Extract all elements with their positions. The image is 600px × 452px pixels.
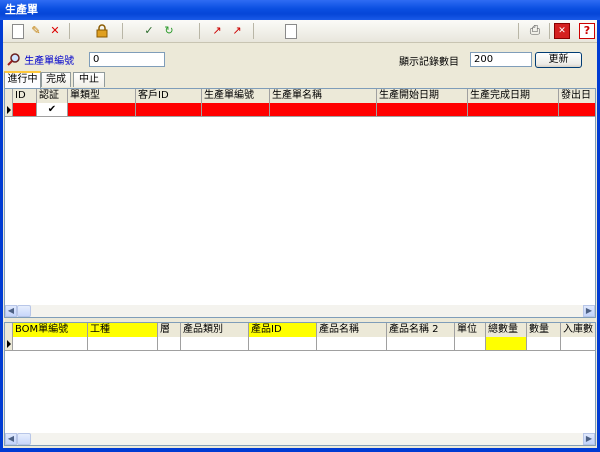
cell-approved-check[interactable]: ✔ [37,103,68,116]
lock-icon[interactable] [94,23,110,39]
cell-order-no[interactable] [202,103,270,116]
edit-pencil-icon[interactable]: ✎ [28,23,44,39]
col-header-level[interactable]: 層 [158,323,181,337]
window-title: 生產單 [5,3,38,16]
col-header-start-date[interactable]: 生產開始日期 [377,89,468,103]
bom-grid-hscrollbar[interactable]: ◀ ▶ [5,433,595,445]
col-header-product-category[interactable]: 產品類別 [181,323,249,337]
order-no-label: 生產單編號 [24,56,75,67]
recycle-icon[interactable]: ↻ [161,23,177,39]
help-icon[interactable]: ? [579,23,595,39]
cell-order-name[interactable] [270,103,377,116]
export2-icon[interactable]: ↗ [229,23,245,39]
col-header-order-no[interactable]: 生產單編號 [202,89,270,103]
scroll-right-icon[interactable]: ▶ [583,305,595,317]
col-header-issue-date[interactable]: 發出日 [559,89,595,103]
client-area: ✎ ✕ ✓ ↻ ↗ ↗ ⎙ ✕ ? 生產單編號 0 顯示記錄數目 200 更新 … [3,20,597,448]
toolbar-separator [69,23,70,39]
export-icon[interactable]: ↗ [209,23,225,39]
cell-product-name[interactable] [317,337,387,350]
col-header-product-id[interactable]: 產品ID [249,323,317,337]
col-header-total-qty[interactable]: 總數量 [486,323,527,337]
table-row[interactable]: ✔ [5,103,595,117]
row-indicator [5,337,13,350]
scroll-left-icon[interactable]: ◀ [5,433,17,445]
col-header-bom-no[interactable]: BOM單編號 [13,323,88,337]
app-window: 生產單 ✎ ✕ ✓ ↻ ↗ ↗ ⎙ ✕ ? 生產單編號 0 顯示記錄數目 200… [0,0,600,452]
row-indicator [5,103,13,116]
cell-product-id[interactable] [249,337,317,350]
print-icon[interactable]: ⎙ [527,23,543,39]
cell-id[interactable] [13,103,37,116]
tab-completed[interactable]: 完成 [41,72,71,87]
col-header-customer-id[interactable]: 客戶ID [136,89,202,103]
col-header-product-name[interactable]: 產品名稱 [317,323,387,337]
cell-bom-no[interactable] [13,337,88,350]
cell-work-type[interactable] [88,337,158,350]
search-order-field-label[interactable]: 生產單編號 [7,52,74,67]
current-row-arrow-icon [7,106,11,114]
col-header-unit[interactable]: 單位 [455,323,486,337]
refresh-button[interactable]: 更新 [535,52,582,68]
title-bar: 生產單 [0,0,600,20]
col-header-product-name-2[interactable]: 產品名稱 2 [387,323,455,337]
copy-doc-icon[interactable] [282,23,298,39]
tab-in-progress[interactable]: 進行中 [4,71,41,88]
toolbar-separator [549,23,550,39]
close-icon[interactable]: ✕ [554,23,570,39]
scroll-thumb[interactable] [17,305,31,317]
toolbar-separator [199,23,200,39]
bom-grid[interactable]: BOM單編號 工種 層 產品類別 產品ID 產品名稱 產品名稱 2 單位 總數量… [4,322,596,446]
col-header-finish-date[interactable]: 生產完成日期 [468,89,559,103]
cell-stock-in-qty[interactable] [561,337,595,350]
cell-qty[interactable] [527,337,561,350]
cell-unit[interactable] [455,337,486,350]
cell-product-category[interactable] [181,337,249,350]
toolbar-separator [253,23,254,39]
record-count-input[interactable]: 200 [470,52,532,67]
col-header-id[interactable]: ID [13,89,37,103]
bom-grid-header: BOM單編號 工種 層 產品類別 產品ID 產品名稱 產品名稱 2 單位 總數量… [5,323,595,338]
cell-level[interactable] [158,337,181,350]
toolbar-separator [122,23,123,39]
col-header-approved[interactable]: 認証 [37,89,68,103]
toolbar: ✎ ✕ ✓ ↻ ↗ ↗ ⎙ ✕ ? [3,20,597,43]
cell-finish-date[interactable] [468,103,559,116]
cell-customer-id[interactable] [136,103,202,116]
cell-product-name-2[interactable] [387,337,455,350]
row-indicator-header [5,323,13,337]
scroll-left-icon[interactable]: ◀ [5,305,17,317]
col-header-qty[interactable]: 數量 [527,323,561,337]
delete-icon[interactable]: ✕ [47,23,63,39]
order-no-input[interactable]: 0 [89,52,165,67]
new-icon[interactable] [9,23,25,39]
magnifier-icon [7,53,20,66]
current-row-arrow-icon [7,340,11,348]
production-order-grid[interactable]: ID 認証 單類型 客戶ID 生產單編號 生產單名稱 生產開始日期 生產完成日期… [4,88,596,318]
check-doc-icon[interactable]: ✓ [141,23,157,39]
tab-aborted[interactable]: 中止 [73,72,105,87]
main-grid-hscrollbar[interactable]: ◀ ▶ [5,305,595,317]
scroll-right-icon[interactable]: ▶ [583,433,595,445]
cell-order-type[interactable] [68,103,136,116]
cell-start-date[interactable] [377,103,468,116]
cell-total-qty[interactable] [486,337,527,350]
col-header-work-type[interactable]: 工種 [88,323,158,337]
cell-issue-date[interactable] [559,103,595,116]
col-header-stock-in-qty[interactable]: 入庫數 [561,323,595,337]
col-header-order-type[interactable]: 單類型 [68,89,136,103]
toolbar-separator [518,23,519,39]
row-indicator-header [5,89,13,103]
scroll-thumb[interactable] [17,433,31,445]
col-header-order-name[interactable]: 生產單名稱 [270,89,377,103]
grid-header: ID 認証 單類型 客戶ID 生產單編號 生產單名稱 生產開始日期 生產完成日期… [5,89,595,104]
table-row[interactable] [5,337,595,351]
record-count-label: 顯示記錄數目 [399,57,459,68]
